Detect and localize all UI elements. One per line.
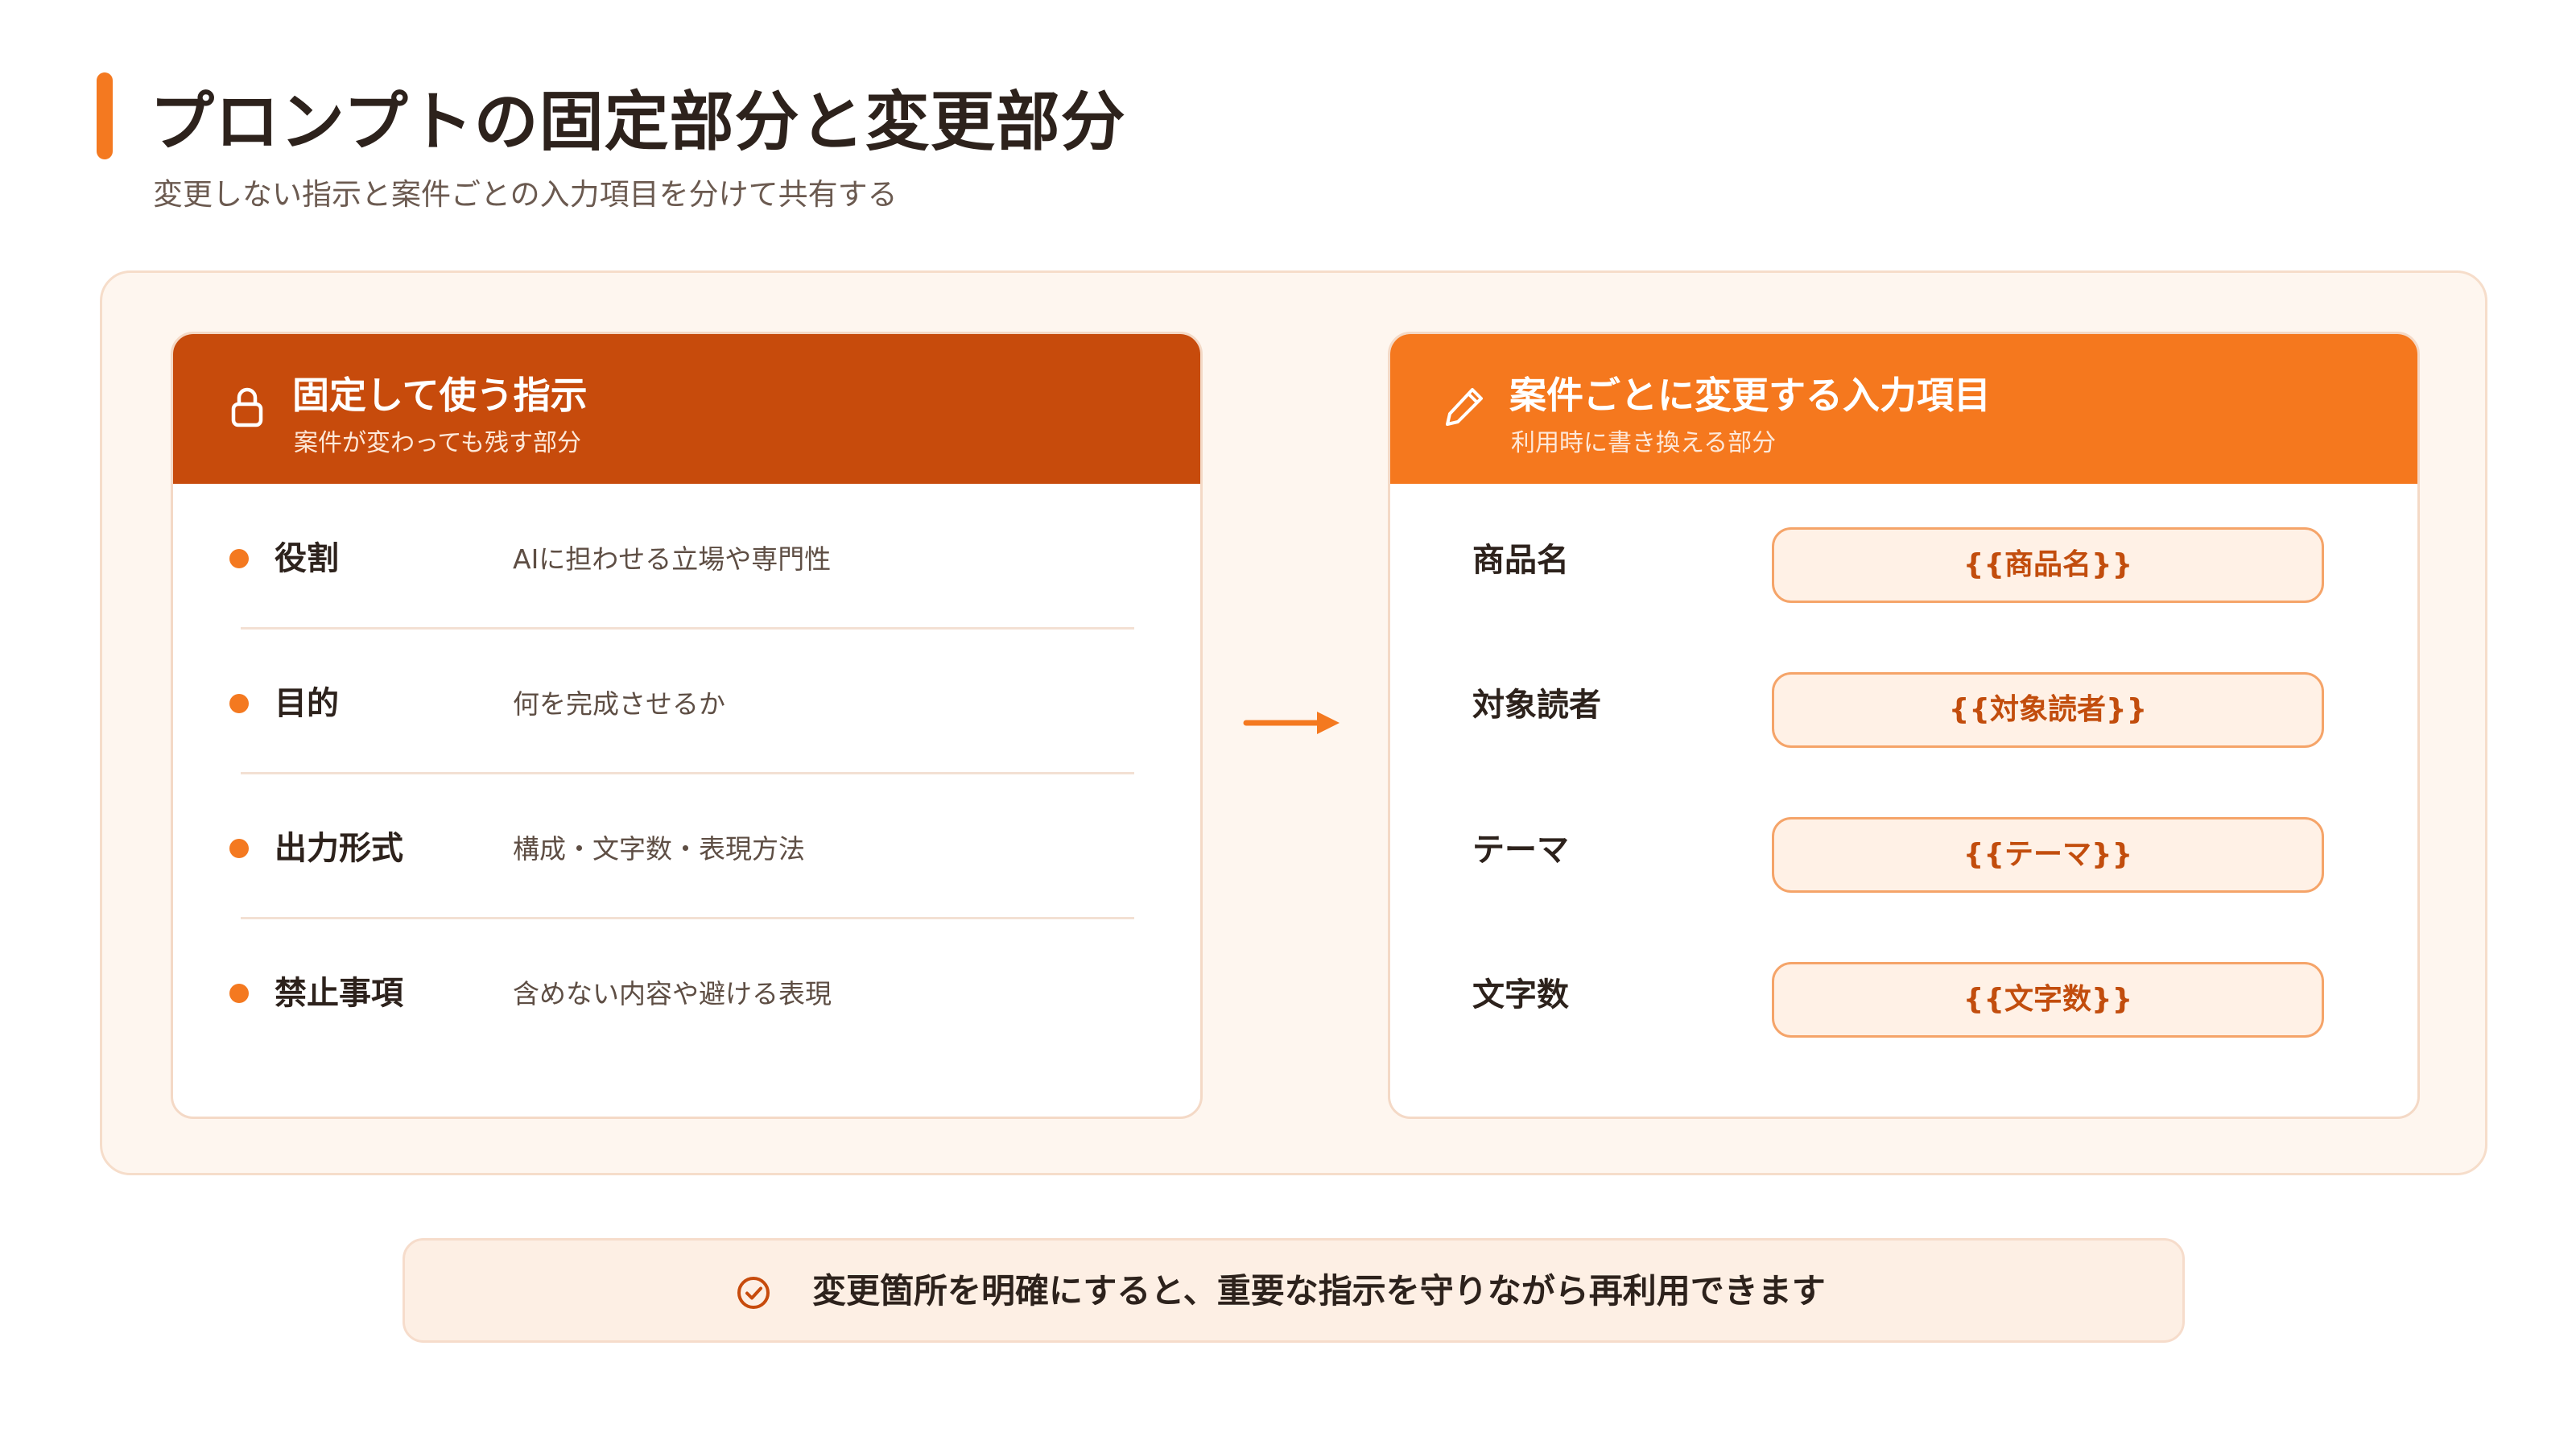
placeholder-field[interactable]: {{文字数}} <box>1772 962 2324 1038</box>
item-label: 役割 <box>275 540 339 577</box>
placeholder-field[interactable]: {{対象読者}} <box>1772 672 2324 748</box>
fixed-card-subtitle: 案件が変わっても残す部分 <box>294 429 581 457</box>
bullet-dot <box>229 694 249 713</box>
list-item: 出力形式 構成・文字数・表現方法 <box>173 774 1200 922</box>
item-label: 禁止事項 <box>275 975 403 1012</box>
variable-inputs-card: 案件ごとに変更する入力項目 利用時に書き換える部分 商品名 {{商品名}} 対象… <box>1388 332 2420 1119</box>
tip-banner: 変更箇所を明確にすると、重要な指示を守りながら再利用できます <box>402 1238 2185 1343</box>
variable-card-subtitle: 利用時に書き換える部分 <box>1511 429 1777 457</box>
check-circle-icon <box>737 1277 770 1309</box>
arrow-right-icon <box>1243 712 1340 734</box>
placeholder-field[interactable]: {{テーマ}} <box>1772 817 2324 893</box>
page-title: プロンプトの固定部分と変更部分 <box>150 85 1126 159</box>
placeholder-field[interactable]: {{商品名}} <box>1772 527 2324 603</box>
fixed-card-title: 固定して使う指示 <box>292 374 588 417</box>
variable-card-header: 案件ごとに変更する入力項目 利用時に書き換える部分 <box>1390 334 2417 484</box>
lock-icon <box>231 387 263 427</box>
bullet-dot <box>229 549 249 568</box>
variable-card-title: 案件ごとに変更する入力項目 <box>1509 374 1991 417</box>
bullet-dot <box>229 984 249 1003</box>
field-label: テーマ <box>1472 832 1569 869</box>
tip-text: 変更箇所を明確にすると、重要な指示を守りながら再利用できます <box>812 1271 1826 1311</box>
bullet-dot <box>229 839 249 858</box>
item-description: AIに担わせる立場や専門性 <box>513 543 832 575</box>
list-item: 役割 AIに担わせる立場や専門性 <box>173 484 1200 632</box>
field-label: 文字数 <box>1472 976 1569 1013</box>
title-accent-bar <box>97 72 113 159</box>
item-description: 構成・文字数・表現方法 <box>513 833 805 865</box>
list-item: 禁止事項 含めない内容や避ける表現 <box>173 919 1200 1067</box>
fixed-card-header: 固定して使う指示 案件が変わっても残す部分 <box>173 334 1200 484</box>
pencil-icon <box>1446 388 1483 426</box>
item-label: 目的 <box>275 685 339 722</box>
list-item: 目的 何を完成させるか <box>173 629 1200 777</box>
item-label: 出力形式 <box>275 830 403 867</box>
field-label: 商品名 <box>1472 542 1569 579</box>
item-description: 何を完成させるか <box>513 688 725 720</box>
field-label: 対象読者 <box>1472 687 1601 724</box>
fixed-instructions-card: 固定して使う指示 案件が変わっても残す部分 役割 AIに担わせる立場や専門性 目… <box>171 332 1203 1119</box>
page-subtitle: 変更しない指示と案件ごとの入力項目を分けて共有する <box>153 177 898 212</box>
item-description: 含めない内容や避ける表現 <box>513 978 832 1009</box>
